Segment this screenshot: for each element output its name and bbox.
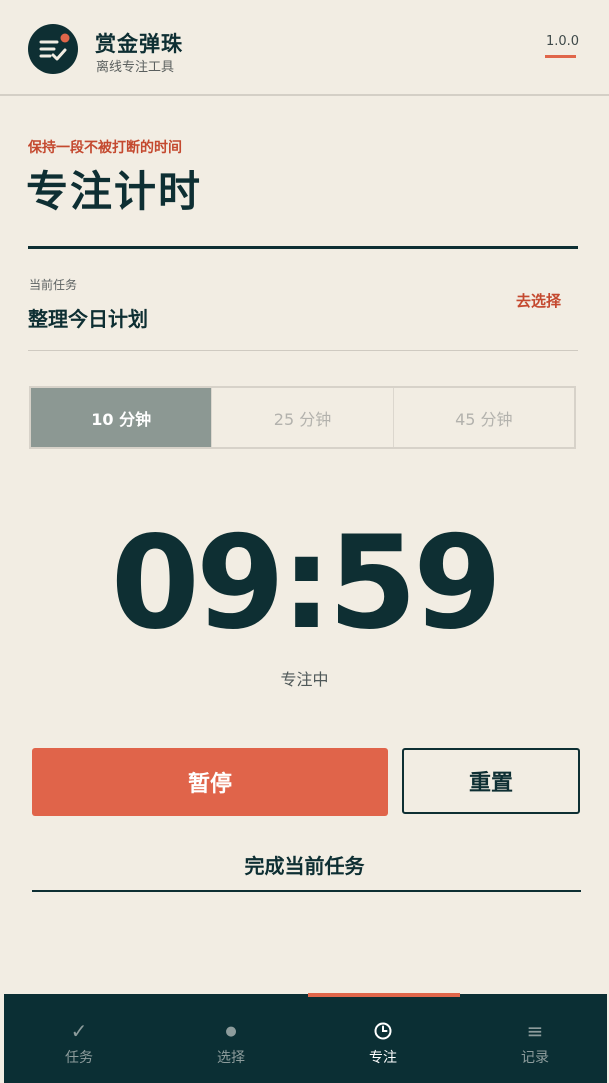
page-kicker: 保持一段不被打断的时间 [28, 140, 182, 156]
complete-task-button[interactable]: 完成当前任务 [0, 850, 609, 879]
current-task-name: 整理今日计划 [28, 307, 148, 331]
dot-icon: ● [225, 1023, 237, 1039]
app-header: 赏金弹珠 离线专注工具 1.0.0 [0, 0, 609, 96]
tab-focus[interactable]: 专注 [308, 994, 458, 1083]
check-icon: ✓ [70, 1019, 88, 1043]
duration-option-10[interactable]: 10 分钟 [31, 388, 212, 447]
active-tab-indicator [308, 993, 460, 997]
tab-label: 专注 [369, 1050, 397, 1066]
tab-label: 任务 [65, 1050, 93, 1066]
tab-tasks[interactable]: ✓ 任务 [4, 994, 154, 1083]
tab-label: 选择 [217, 1050, 245, 1066]
version-underline [545, 55, 576, 58]
list-icon: ≡ [526, 1019, 544, 1043]
version-label: 1.0.0 [546, 34, 580, 49]
current-task-label: 当前任务 [29, 278, 78, 292]
app-logo-icon [28, 24, 78, 74]
tab-select[interactable]: ● 选择 [156, 994, 306, 1083]
title-divider [28, 246, 578, 249]
app-subtitle: 离线专注工具 [96, 60, 175, 75]
page-title: 专注计时 [26, 167, 203, 216]
clock-icon [308, 1020, 458, 1042]
reset-button[interactable]: 重置 [402, 748, 580, 814]
pause-button[interactable]: 暂停 [32, 748, 388, 816]
complete-underline [32, 890, 581, 892]
timer-display: 09:59 [110, 509, 502, 658]
tab-label: 记录 [521, 1050, 549, 1066]
app-title: 赏金弹珠 [95, 32, 183, 56]
timer-status: 专注中 [280, 670, 329, 689]
duration-option-25[interactable]: 25 分钟 [211, 388, 392, 447]
duration-option-45[interactable]: 45 分钟 [392, 388, 574, 447]
choose-task-link[interactable]: 去选择 [516, 290, 561, 311]
tab-records[interactable]: ≡ 记录 [460, 994, 609, 1083]
bottom-tab-bar: ✓ 任务 ● 选择 专注 ≡ 记录 [4, 994, 607, 1083]
task-divider [28, 350, 578, 351]
duration-selector: 10 分钟 25 分钟 45 分钟 [29, 386, 576, 449]
